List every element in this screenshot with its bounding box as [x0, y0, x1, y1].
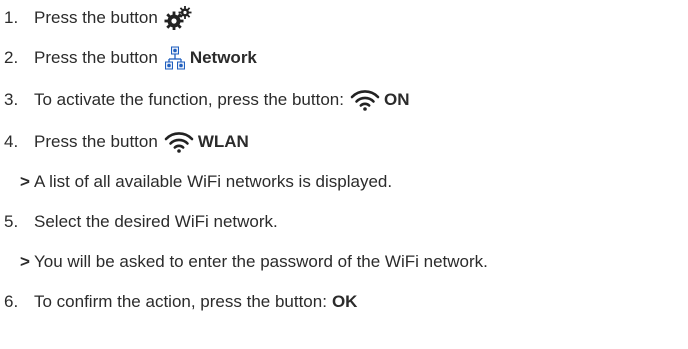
step-text: Press the button — [34, 132, 158, 151]
step-2: 2. Press the button Network — [0, 44, 257, 72]
step-3: 3. To activate the function, press the b… — [0, 86, 409, 114]
step-text: To activate the function, press the butt… — [34, 90, 344, 109]
gears-icon — [164, 6, 192, 30]
step-5: 5. Select the desired WiFi network. — [0, 208, 278, 236]
step-4: 4. Press the button WLAN — [0, 128, 249, 156]
step-number: 5. — [4, 212, 19, 231]
step-number: 4. — [4, 132, 19, 151]
step-text: To confirm the action, press the button: — [34, 292, 327, 311]
button-name-network: Network — [189, 48, 257, 67]
network-icon — [164, 46, 186, 70]
step-1: 1. Press the button — [0, 4, 196, 32]
result-marker: > — [20, 172, 30, 191]
step-6: 6. To confirm the action, press the butt… — [0, 288, 357, 316]
wifi-icon — [164, 131, 194, 153]
result-text: A list of all available WiFi networks is… — [34, 172, 393, 191]
step-number: 1. — [4, 8, 19, 27]
step-number: 2. — [4, 48, 19, 67]
button-name-ok: OK — [331, 292, 358, 311]
result-marker: > — [20, 252, 30, 271]
result-2: > You will be asked to enter the passwor… — [0, 248, 488, 276]
step-number: 6. — [4, 292, 19, 311]
step-number: 3. — [4, 90, 19, 109]
button-name-on: ON — [383, 90, 410, 109]
result-1: > A list of all available WiFi networks … — [0, 168, 392, 196]
step-text: Select the desired WiFi network. — [34, 212, 278, 231]
wifi-icon — [350, 89, 380, 111]
result-text: You will be asked to enter the password … — [34, 252, 488, 271]
step-text: Press the button — [34, 48, 158, 67]
step-text: Press the button — [34, 8, 158, 27]
button-name-wlan: WLAN — [197, 132, 249, 151]
